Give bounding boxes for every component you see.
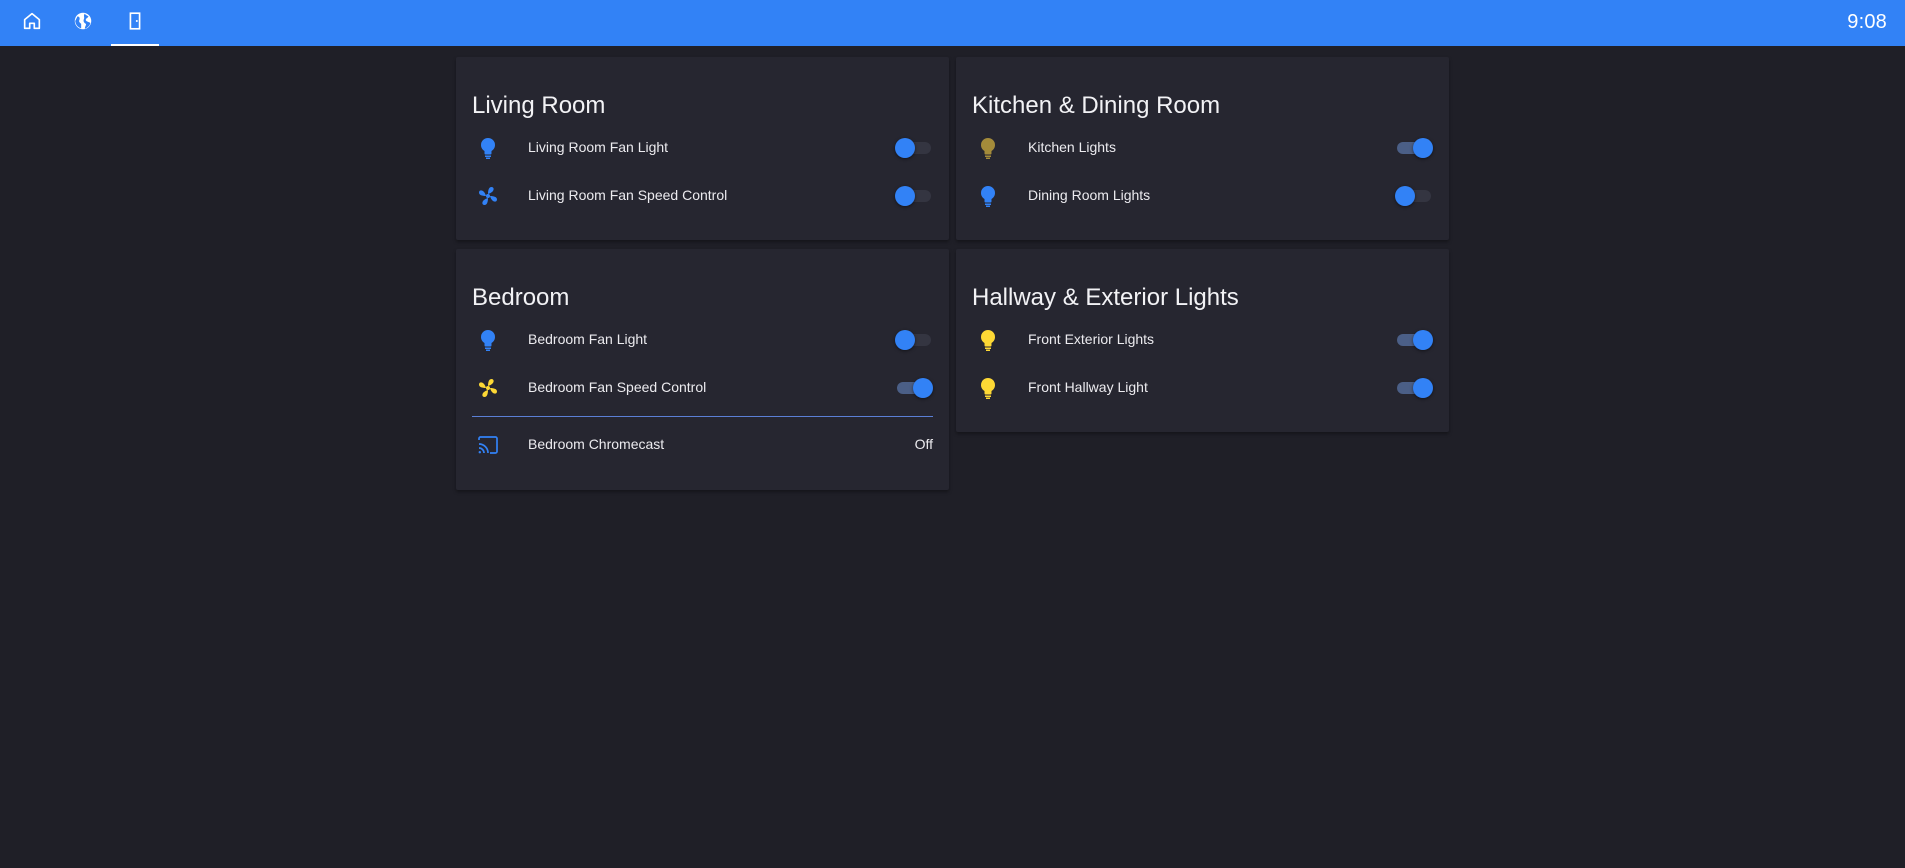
entity-name: Bedroom Chromecast — [528, 436, 665, 452]
toggle-switch[interactable] — [1395, 378, 1433, 398]
toggle-switch[interactable] — [895, 378, 933, 398]
entity-row[interactable]: Bedroom Fan Light — [472, 320, 933, 360]
entity-row[interactable]: Front Hallway Light — [972, 368, 1433, 408]
lightbulb-icon — [976, 184, 1000, 208]
toggle-knob — [895, 330, 915, 350]
entity-name: Living Room Fan Speed Control — [528, 187, 728, 203]
door-icon — [124, 10, 146, 37]
globe-icon — [72, 10, 94, 37]
entity-name: Kitchen Lights — [1028, 139, 1116, 155]
home-icon — [21, 10, 43, 37]
toggle-switch[interactable] — [1395, 186, 1433, 206]
toggle-knob — [1413, 330, 1433, 350]
card-living-room: Living Room Living Room Fan Light Living… — [456, 57, 949, 240]
card-hallway-exterior: Hallway & Exterior Lights Front Exterior… — [956, 249, 1449, 432]
lightbulb-icon — [476, 136, 500, 160]
clock: 9:08 — [1847, 11, 1887, 33]
entity-row[interactable]: Kitchen Lights — [972, 128, 1433, 168]
entity-row[interactable]: Front Exterior Lights — [972, 320, 1433, 360]
entity-name: Bedroom Fan Light — [528, 331, 648, 347]
card-title: Living Room — [472, 92, 606, 119]
toggle-knob — [1395, 186, 1415, 206]
lightbulb-icon — [976, 376, 1000, 400]
lightbulb-icon — [976, 136, 1000, 160]
toggle-switch[interactable] — [895, 186, 933, 206]
entity-name: Dining Room Lights — [1028, 187, 1151, 203]
top-app-bar: 9:08 — [0, 0, 1905, 46]
entity-name: Front Exterior Lights — [1028, 331, 1155, 347]
entity-name: Bedroom Fan Speed Control — [528, 379, 707, 395]
card-title: Kitchen & Dining Room — [972, 92, 1221, 119]
card-kitchen-dining: Kitchen & Dining Room Kitchen Lights Din… — [956, 57, 1449, 240]
toggle-switch[interactable] — [1395, 138, 1433, 158]
tab-home[interactable] — [8, 0, 56, 46]
lightbulb-icon — [976, 328, 1000, 352]
toggle-knob — [1413, 138, 1433, 158]
fan-icon — [476, 184, 500, 208]
entity-row[interactable]: Living Room Fan Light — [472, 128, 933, 168]
toggle-knob — [895, 138, 915, 158]
entity-row[interactable]: Bedroom Fan Speed Control — [472, 368, 933, 408]
entity-row[interactable]: Bedroom Chromecast Off — [472, 425, 933, 465]
section-divider — [472, 416, 933, 417]
toggle-switch[interactable] — [1395, 330, 1433, 350]
card-title: Bedroom — [472, 284, 570, 311]
card-bedroom: Bedroom Bedroom Fan Light Bedroom Fan Sp… — [456, 249, 949, 490]
toggle-switch[interactable] — [895, 330, 933, 350]
entity-name: Living Room Fan Light — [528, 139, 669, 155]
toggle-knob — [1413, 378, 1433, 398]
cast-icon — [476, 433, 500, 457]
card-title: Hallway & Exterior Lights — [972, 284, 1239, 311]
toggle-knob — [913, 378, 933, 398]
entity-state: Off — [914, 436, 933, 452]
tab-globe[interactable] — [59, 0, 107, 46]
fan-icon — [476, 376, 500, 400]
toggle-switch[interactable] — [895, 138, 933, 158]
entity-row[interactable]: Living Room Fan Speed Control — [472, 176, 933, 216]
toggle-knob — [895, 186, 915, 206]
entity-row[interactable]: Dining Room Lights — [972, 176, 1433, 216]
tab-room[interactable] — [111, 0, 159, 46]
entity-name: Front Hallway Light — [1028, 379, 1148, 395]
lightbulb-icon — [476, 328, 500, 352]
